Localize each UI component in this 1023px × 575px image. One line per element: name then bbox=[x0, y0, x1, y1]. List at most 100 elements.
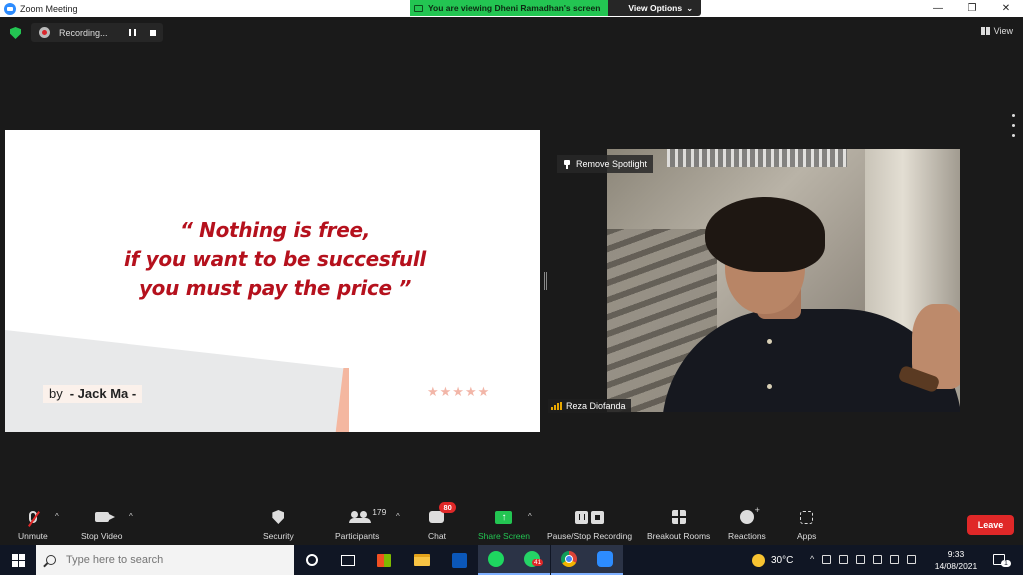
share-screen-button[interactable]: ↑ Share Screen bbox=[478, 507, 530, 541]
unmute-button[interactable]: Unmute bbox=[18, 507, 48, 541]
participant-count: 179 bbox=[372, 507, 387, 517]
pause-stop-recording-button[interactable]: Pause/Stop Recording bbox=[547, 507, 632, 541]
folder-icon bbox=[414, 554, 430, 566]
stop-recording-icon[interactable] bbox=[150, 29, 156, 36]
apps-label: Apps bbox=[797, 531, 817, 541]
taskbar-store[interactable] bbox=[366, 545, 402, 575]
encryption-shield-icon[interactable] bbox=[10, 27, 21, 39]
share-screen-icon: ↑ bbox=[495, 510, 513, 524]
breakout-rooms-icon bbox=[671, 510, 686, 524]
taskbar-whatsapp[interactable]: 41 bbox=[514, 545, 550, 575]
remove-spotlight-label: Remove Spotlight bbox=[576, 159, 648, 169]
view-layout-button[interactable]: View bbox=[980, 26, 1013, 36]
clock-time: 9:33 bbox=[947, 549, 965, 559]
chat-label: Chat bbox=[428, 531, 446, 541]
spotify-icon bbox=[488, 551, 504, 567]
pin-icon bbox=[563, 159, 571, 169]
taskbar-clock[interactable]: 9:33 14/08/2021 bbox=[930, 548, 982, 572]
taskbar-zoom[interactable] bbox=[587, 545, 623, 575]
quote-line: if you want to be succesfull bbox=[124, 247, 426, 271]
weather-widget[interactable]: 30°C bbox=[752, 545, 793, 575]
slide-decoration bbox=[5, 330, 345, 432]
remove-spotlight-button[interactable]: Remove Spotlight bbox=[557, 155, 654, 173]
reactions-button[interactable]: Reactions bbox=[728, 505, 766, 541]
taskbar-app[interactable] bbox=[441, 545, 477, 575]
window-title: Zoom Meeting bbox=[20, 3, 78, 14]
sun-weather-icon bbox=[752, 553, 765, 567]
by-label: by bbox=[49, 386, 63, 401]
recording-indicator: Recording... bbox=[31, 23, 163, 42]
participant-name: Reza Diofanda bbox=[566, 401, 626, 411]
system-tray: ^ bbox=[810, 554, 917, 564]
tray-expand-caret[interactable]: ^ bbox=[810, 554, 814, 564]
device-icon[interactable] bbox=[822, 554, 832, 564]
participants-label: Participants bbox=[335, 531, 380, 541]
battery-icon[interactable] bbox=[873, 554, 883, 564]
screen-share-banner: You are viewing Dheni Ramadhan's screen … bbox=[410, 0, 702, 16]
taskbar-spotify[interactable] bbox=[478, 545, 514, 575]
search-input[interactable] bbox=[66, 554, 266, 566]
breakout-rooms-label: Breakout Rooms bbox=[647, 531, 711, 541]
zoom-app-icon bbox=[597, 551, 613, 567]
cloud-icon[interactable] bbox=[839, 554, 849, 564]
stop-video-button[interactable]: Stop Video bbox=[81, 507, 122, 541]
apps-button[interactable]: Apps bbox=[797, 507, 816, 541]
pause-icon bbox=[575, 510, 589, 524]
windows-start-icon[interactable] bbox=[12, 553, 25, 567]
quote-line: “ Nothing is free, bbox=[179, 218, 371, 242]
recording-label: Recording... bbox=[59, 27, 108, 38]
audio-options-caret[interactable]: ^ bbox=[55, 512, 59, 521]
grid-icon bbox=[980, 27, 990, 35]
task-view-button[interactable] bbox=[330, 545, 366, 575]
view-label: View bbox=[993, 26, 1013, 36]
cortana-icon bbox=[306, 554, 318, 566]
meeting-toolbar: Unmute ^ Stop Video ^ Security 179 Parti… bbox=[0, 502, 1023, 545]
chat-unread-badge: 80 bbox=[439, 502, 456, 513]
quote-attribution: by - Jack Ma - bbox=[43, 385, 143, 403]
view-options-button[interactable]: View Options ⌄ bbox=[608, 0, 702, 16]
windows-taskbar: 41 30°C ^ 9:33 14/08/2021 1 bbox=[0, 545, 1023, 575]
share-options-caret[interactable]: ^ bbox=[528, 512, 532, 521]
minimize-button[interactable]: — bbox=[921, 0, 955, 17]
close-button[interactable]: ✕ bbox=[989, 0, 1023, 17]
video-options-caret[interactable]: ^ bbox=[129, 512, 133, 521]
participants-options-caret[interactable]: ^ bbox=[396, 512, 400, 521]
participants-icon bbox=[349, 511, 372, 523]
maximize-button[interactable]: ❐ bbox=[955, 0, 989, 17]
stop-icon bbox=[591, 510, 605, 524]
stop-video-label: Stop Video bbox=[81, 531, 123, 541]
microphone-tray-icon[interactable] bbox=[856, 554, 866, 564]
taskbar-file-explorer[interactable] bbox=[404, 545, 440, 575]
notification-count: 1 bbox=[1001, 560, 1011, 567]
quote-line: you must pay the price ” bbox=[138, 276, 412, 300]
reaction-smiley-icon bbox=[739, 505, 760, 524]
apps-icon bbox=[800, 510, 814, 524]
wifi-icon[interactable] bbox=[890, 554, 900, 564]
record-dot-icon bbox=[39, 27, 50, 38]
volume-icon[interactable] bbox=[907, 554, 917, 564]
taskbar-search[interactable] bbox=[36, 545, 294, 575]
security-button[interactable]: Security bbox=[263, 507, 294, 541]
chat-button[interactable]: 80 Chat bbox=[428, 502, 456, 541]
viewing-text: You are viewing Dheni Ramadhan's screen bbox=[428, 3, 601, 13]
video-camera-icon bbox=[94, 512, 115, 522]
whatsapp-icon: 41 bbox=[524, 551, 544, 567]
taskbar-chrome[interactable] bbox=[551, 545, 587, 575]
leave-button[interactable]: Leave bbox=[967, 515, 1014, 535]
view-options-label: View Options bbox=[628, 3, 683, 13]
weather-temperature: 30°C bbox=[771, 554, 794, 566]
participants-button[interactable]: 179 Participants bbox=[335, 507, 386, 541]
slide-quote: “ Nothing is free, if you want to be suc… bbox=[5, 216, 540, 303]
split-view-handle[interactable] bbox=[544, 272, 547, 290]
search-icon bbox=[46, 555, 56, 565]
cortana-button[interactable] bbox=[294, 545, 330, 575]
pause-recording-icon[interactable] bbox=[129, 29, 136, 36]
microphone-muted-icon bbox=[28, 511, 37, 523]
unmute-label: Unmute bbox=[18, 531, 48, 541]
participant-video[interactable] bbox=[607, 149, 960, 412]
share-screen-label: Share Screen bbox=[478, 531, 530, 541]
chrome-icon bbox=[561, 551, 577, 567]
breakout-rooms-button[interactable]: Breakout Rooms bbox=[647, 507, 710, 541]
more-options-icon[interactable] bbox=[1012, 114, 1015, 137]
whatsapp-badge: 41 bbox=[532, 559, 544, 566]
